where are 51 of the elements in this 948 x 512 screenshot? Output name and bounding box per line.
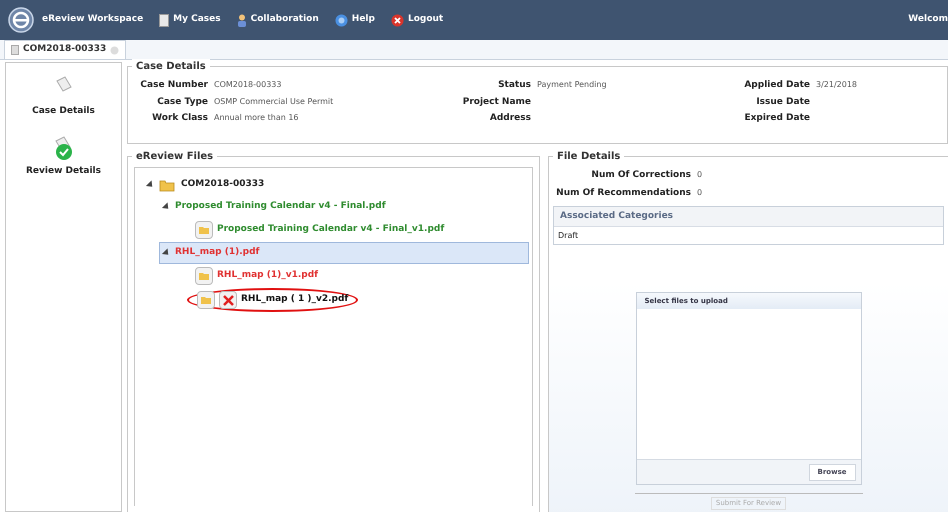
- column-header: Associated Categories: [554, 207, 943, 227]
- file-name: COM2018-00333: [181, 178, 264, 192]
- field-value: Annual more than 16: [214, 112, 299, 124]
- field-label: Num Of Corrections: [590, 169, 691, 182]
- file-name: RHL_map (1).pdf: [175, 246, 260, 260]
- file-version-name[interactable]: Proposed Training Calendar v4 - Final_v1.pdf: [217, 223, 444, 237]
- tree-row[interactable]: COM2018-00333: [143, 174, 529, 196]
- case-tab[interactable]: COM2018-00333: [4, 40, 126, 59]
- field-label: Expired Date: [743, 112, 810, 125]
- field-label: Work Class: [151, 112, 208, 125]
- sidebar-item[interactable]: Case Details: [32, 75, 95, 118]
- person-icon: [236, 14, 247, 26]
- field-label: Project Name: [462, 96, 531, 108]
- field-label: Issue Date: [755, 96, 810, 108]
- field-value: 0: [697, 169, 702, 181]
- field-value: COM2018-00333: [214, 79, 282, 91]
- field-value: Payment Pending: [537, 79, 607, 91]
- app-name: eReview Workspace: [42, 13, 144, 26]
- field-label: Address: [488, 112, 531, 125]
- app-logo-icon: [8, 7, 34, 33]
- document-icon: [11, 45, 19, 55]
- help-icon: [334, 14, 348, 26]
- welcome-text: Welcom: [908, 13, 948, 26]
- menu-item[interactable]: Logout: [390, 13, 444, 27]
- field-value: OSMP Commercial Use Permit: [214, 96, 334, 108]
- field-label: Case Type: [156, 96, 208, 108]
- field-value: 3/21/2018: [816, 79, 858, 91]
- menu-item[interactable]: Help: [334, 13, 375, 27]
- file-version-name[interactable]: RHL_map ( 1 )_v2.pdf: [241, 293, 348, 307]
- folder-icon: [198, 271, 210, 281]
- field-value: 0: [697, 187, 702, 199]
- sidebar-item[interactable]: Review Details: [26, 134, 101, 178]
- field-label: Case Number: [139, 79, 208, 92]
- folder-icon: [200, 295, 212, 305]
- delete-button[interactable]: [219, 291, 237, 309]
- field-label: Status: [497, 79, 531, 92]
- menu-item[interactable]: Collaboration: [236, 13, 319, 27]
- close-icon: [390, 14, 404, 26]
- tree-row[interactable]: RHL_map (1).pdf: [159, 242, 529, 264]
- field-label: Applied Date: [743, 79, 810, 92]
- delete-icon: [222, 294, 234, 306]
- menu-item[interactable]: My Cases: [159, 13, 221, 27]
- folder-icon: [198, 225, 210, 235]
- file-version-name[interactable]: RHL_map (1)_v1.pdf: [217, 269, 318, 283]
- table-cell-text: Draft: [557, 230, 580, 242]
- close-icon: [110, 46, 120, 54]
- file-name: Proposed Training Calendar v4 - Final.pdf: [175, 200, 386, 214]
- folder-icon: [159, 178, 175, 192]
- document-icon: [159, 14, 170, 26]
- tree-row[interactable]: Proposed Training Calendar v4 - Final.pdf: [159, 196, 529, 218]
- field-label: Num Of Recommendations: [555, 187, 691, 200]
